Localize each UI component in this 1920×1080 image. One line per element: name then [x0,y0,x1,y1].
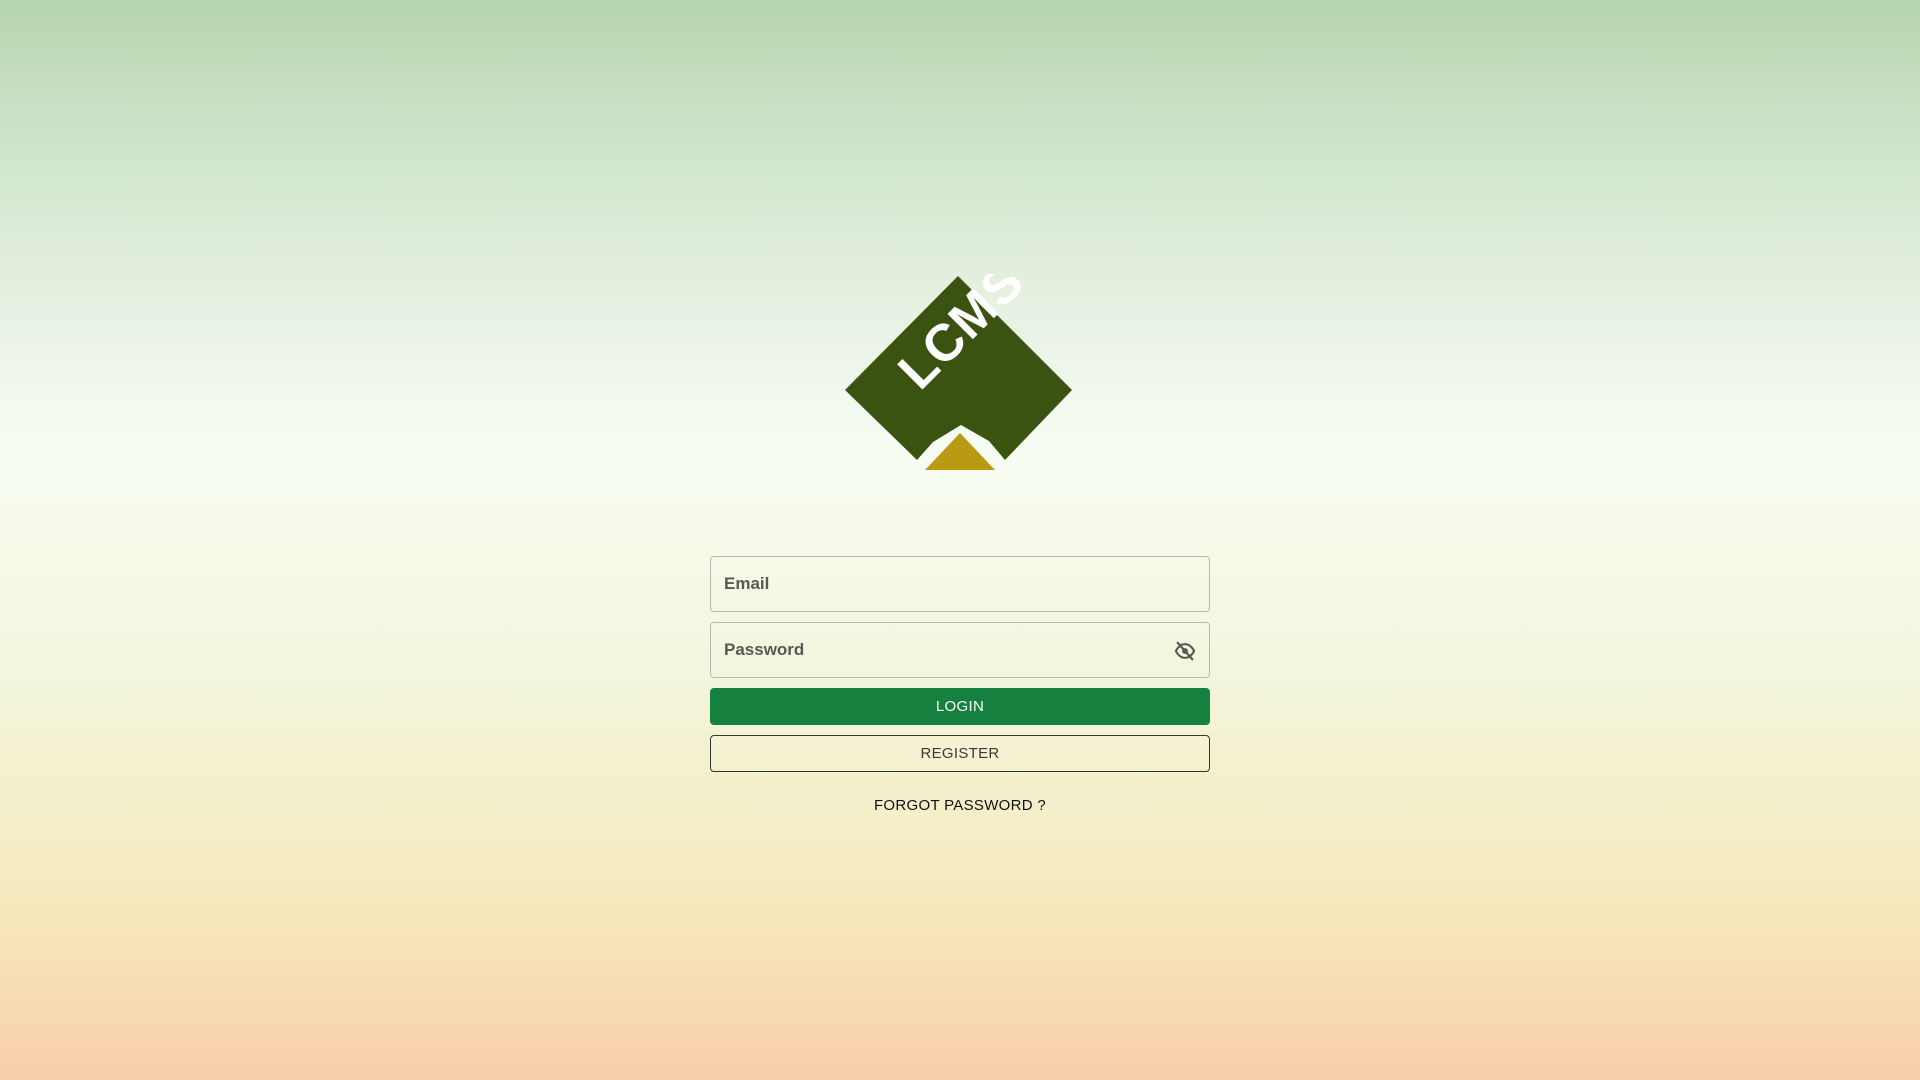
login-form: LOGIN REGISTER FORGOT PASSWORD ? [710,556,1210,814]
logo-graphic: LCMS [845,252,1072,470]
lcms-logo: LCMS [843,252,1077,474]
register-button[interactable]: REGISTER [710,735,1210,772]
email-field-container [710,556,1210,612]
login-button[interactable]: LOGIN [710,688,1210,725]
eye-off-icon[interactable] [1171,637,1199,665]
password-input[interactable] [711,623,1209,677]
forgot-password-link[interactable]: FORGOT PASSWORD ? [710,797,1210,814]
password-field-container [710,622,1210,678]
email-input[interactable] [711,557,1209,611]
